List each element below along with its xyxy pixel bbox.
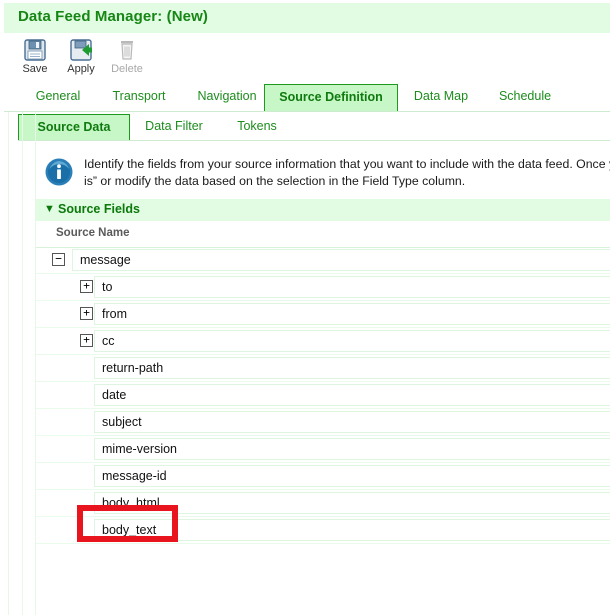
apply-arrow-icon: [58, 37, 104, 63]
tab-navigation[interactable]: Navigation: [184, 84, 270, 110]
source-name-cell[interactable]: from: [94, 303, 610, 325]
expand-icon[interactable]: +: [80, 307, 93, 320]
tab-general[interactable]: General: [22, 84, 94, 110]
save-button-label: Save: [22, 63, 48, 75]
tree-guide-line: [22, 112, 23, 615]
table-row[interactable]: message-id: [36, 463, 610, 490]
source-name-cell[interactable]: subject: [94, 411, 610, 433]
source-fields-section-header[interactable]: ▼ Source Fields: [36, 199, 610, 221]
tab-schedule[interactable]: Schedule: [486, 84, 564, 110]
expand-icon[interactable]: +: [80, 334, 93, 347]
window-title-bar: Data Feed Manager: (New): [4, 3, 610, 33]
subtab-data-filter[interactable]: Data Filter: [134, 114, 214, 139]
page-title: Data Feed Manager: (New): [18, 8, 208, 25]
delete-button[interactable]: Delete: [104, 36, 150, 80]
table-row[interactable]: + to: [36, 274, 610, 301]
delete-button-label: Delete: [111, 63, 143, 75]
column-header-source-name: Source Name: [56, 227, 130, 239]
expand-icon[interactable]: +: [80, 280, 93, 293]
source-name-label: from: [102, 307, 127, 321]
apply-button[interactable]: Apply: [58, 36, 104, 80]
source-name-label: cc: [102, 334, 115, 348]
tab-transport[interactable]: Transport: [98, 84, 180, 110]
chevron-down-icon[interactable]: ▼: [44, 203, 55, 215]
tab-source-definition[interactable]: Source Definition: [264, 84, 398, 111]
source-name-cell[interactable]: date: [94, 384, 610, 406]
info-note: Identify the fields from your source inf…: [36, 152, 610, 198]
source-fields-title: Source Fields: [58, 202, 140, 216]
highlight-annotation-body-text: [77, 505, 178, 542]
source-name-label: mime-version: [102, 442, 178, 456]
source-name-cell[interactable]: message: [72, 249, 610, 271]
source-name-cell[interactable]: mime-version: [94, 438, 610, 460]
source-name-label: to: [102, 280, 113, 294]
table-row[interactable]: date: [36, 382, 610, 409]
table-column-header: Source Name: [36, 223, 610, 248]
table-row[interactable]: return-path: [36, 355, 610, 382]
source-name-cell[interactable]: cc: [94, 330, 610, 352]
source-name-cell[interactable]: message-id: [94, 465, 610, 487]
table-row[interactable]: subject: [36, 409, 610, 436]
source-name-label: message: [80, 253, 131, 267]
table-row[interactable]: + from: [36, 301, 610, 328]
source-name-label: date: [102, 388, 127, 402]
source-name-label: return-path: [102, 361, 164, 375]
table-row[interactable]: mime-version: [36, 436, 610, 463]
info-circle-icon: [44, 157, 74, 187]
apply-button-label: Apply: [67, 63, 95, 75]
tab-data-map[interactable]: Data Map: [402, 84, 480, 110]
info-note-line-1: Identify the fields from your source inf…: [84, 157, 610, 171]
trash-can-icon: [104, 37, 150, 63]
sub-tab-bar: Source Data Data Filter Tokens: [18, 112, 610, 141]
info-note-text: Identify the fields from your source inf…: [84, 156, 610, 190]
info-note-line-2: is” or modify the data based on the sele…: [84, 174, 466, 188]
table-row[interactable]: + cc: [36, 328, 610, 355]
toolbar: Save Apply Delete: [4, 33, 610, 81]
source-name-cell[interactable]: to: [94, 276, 610, 298]
table-row[interactable]: − message: [36, 247, 610, 274]
source-name-label: message-id: [102, 469, 167, 483]
source-fields-tree: − message + to + from + cc return-path date subjec…: [36, 247, 610, 544]
save-button[interactable]: Save: [12, 36, 58, 80]
subtab-tokens[interactable]: Tokens: [224, 114, 290, 139]
main-tab-bar: General Transport Navigation Source Defi…: [4, 80, 610, 112]
floppy-disk-icon: [12, 37, 58, 63]
source-name-label: subject: [102, 415, 142, 429]
source-name-cell[interactable]: return-path: [94, 357, 610, 379]
tree-guide-line: [8, 112, 9, 615]
collapse-icon[interactable]: −: [52, 253, 65, 266]
